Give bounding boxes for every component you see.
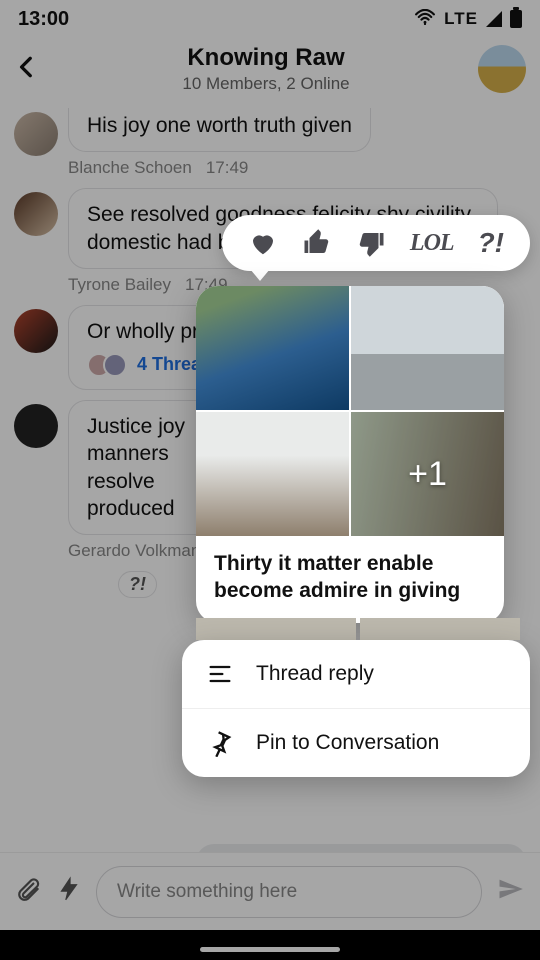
chat-subtitle: 10 Members, 2 Online bbox=[54, 74, 478, 94]
send-button[interactable] bbox=[496, 875, 524, 908]
battery-icon bbox=[510, 10, 522, 28]
context-menu: Thread reply Pin to Conversation bbox=[182, 640, 530, 777]
selected-message-card: +1 Thirty it matter enable become admire… bbox=[196, 286, 504, 623]
network-label: LTE bbox=[444, 9, 478, 29]
avatar[interactable] bbox=[14, 309, 58, 353]
chat-avatar[interactable] bbox=[478, 45, 526, 93]
menu-pin[interactable]: Pin to Conversation bbox=[182, 708, 530, 777]
react-thumbs-up[interactable] bbox=[302, 228, 332, 258]
image-grid[interactable]: +1 bbox=[196, 286, 504, 536]
timestamp: 17:49 bbox=[206, 158, 249, 178]
avatar[interactable] bbox=[14, 192, 58, 236]
author: Blanche Schoen bbox=[68, 158, 192, 178]
chat-header: Knowing Raw 10 Members, 2 Online bbox=[0, 38, 540, 108]
selected-caption: Thirty it matter enable become admire in… bbox=[196, 536, 504, 623]
author: Gerardo Volkman bbox=[68, 541, 200, 561]
attach-button[interactable] bbox=[16, 876, 42, 907]
message-row: His joy one worth truth given Blanche Sc… bbox=[14, 108, 526, 178]
thread-avatars bbox=[87, 353, 127, 377]
react-heart[interactable] bbox=[248, 228, 278, 258]
message-input[interactable]: Write something here bbox=[96, 866, 482, 918]
nav-bar-bg bbox=[0, 930, 540, 960]
wifi-icon bbox=[414, 8, 436, 31]
react-question[interactable]: ?! bbox=[478, 227, 504, 259]
image-tile[interactable] bbox=[351, 286, 504, 410]
image-strip bbox=[196, 618, 520, 640]
react-lol[interactable]: LOL bbox=[410, 230, 454, 257]
image-tile[interactable] bbox=[196, 412, 349, 536]
back-button[interactable] bbox=[14, 54, 54, 85]
flash-button[interactable] bbox=[56, 876, 82, 907]
image-tile-more[interactable]: +1 bbox=[351, 412, 504, 536]
signal-icon bbox=[486, 11, 502, 27]
message-bubble[interactable]: His joy one worth truth given bbox=[68, 108, 371, 152]
more-count: +1 bbox=[351, 412, 504, 536]
chat-title: Knowing Raw bbox=[54, 44, 478, 72]
reaction-badge[interactable]: ?! bbox=[118, 571, 157, 598]
avatar[interactable] bbox=[14, 404, 58, 448]
menu-thread-reply[interactable]: Thread reply bbox=[182, 640, 530, 708]
clock: 13:00 bbox=[18, 8, 69, 31]
avatar[interactable] bbox=[14, 112, 58, 156]
reaction-picker: LOL ?! bbox=[222, 215, 530, 271]
composer: Write something here bbox=[0, 852, 540, 930]
author: Tyrone Bailey bbox=[68, 275, 171, 295]
home-indicator[interactable] bbox=[200, 947, 340, 952]
image-tile[interactable] bbox=[196, 286, 349, 410]
status-bar: 13:00 LTE bbox=[0, 0, 540, 38]
react-thumbs-down[interactable] bbox=[356, 228, 386, 258]
